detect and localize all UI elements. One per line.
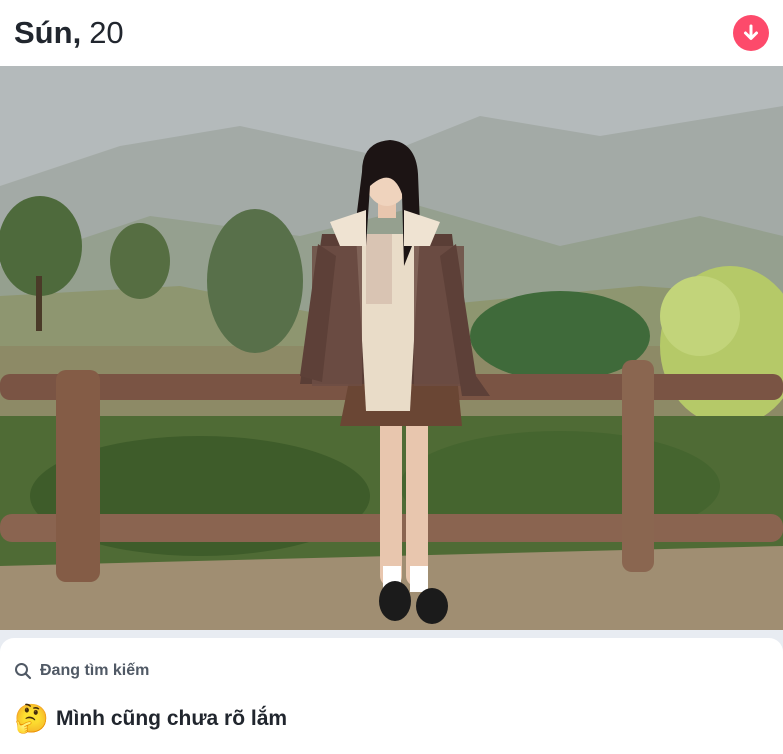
name-separator: , (72, 15, 82, 50)
name-age: Sún, 20 (14, 15, 124, 51)
looking-for-label-text: Đang tìm kiếm (40, 662, 150, 679)
thinking-face-emoji: 🤔 (14, 702, 49, 735)
looking-for-value: 🤔 Mình cũng chưa rõ lắm (14, 702, 287, 736)
search-icon (15, 663, 32, 680)
looking-for-value-text: Mình cũng chưa rõ lắm (56, 707, 288, 730)
looking-for-card: Đang tìm kiếm 🤔 Mình cũng chưa rõ lắm (0, 638, 783, 754)
arrow-down-icon (744, 24, 758, 40)
collapse-profile-button[interactable] (733, 15, 769, 51)
profile-header: Sún, 20 (0, 0, 783, 66)
profile-age: 20 (89, 15, 124, 50)
profile-photo[interactable] (0, 66, 783, 630)
looking-for-label: Đang tìm kiếm (14, 662, 149, 680)
photo-illustration (0, 66, 783, 630)
profile-name: Sún (14, 15, 73, 50)
